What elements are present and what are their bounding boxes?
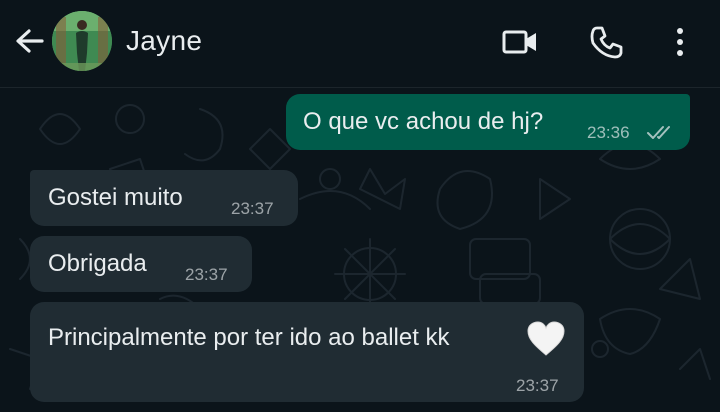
incoming-message[interactable]: Obrigada 23:37	[30, 236, 252, 292]
message-time: 23:37	[231, 199, 274, 218]
back-arrow-icon[interactable]	[12, 26, 48, 56]
double-check-icon	[647, 126, 670, 139]
message-time: 23:37	[516, 376, 559, 395]
incoming-message[interactable]: Principalmente por ter ido ao ballet kk …	[30, 302, 584, 402]
message-time: 23:36	[587, 123, 630, 142]
white-heart-emoji-icon	[527, 321, 565, 356]
more-vertical-icon[interactable]	[658, 22, 702, 62]
message-text: Principalmente por ter ido ao ballet kk	[48, 324, 450, 351]
message-text: O que vc achou de hj?	[303, 108, 544, 135]
incoming-message[interactable]: Gostei muito 23:37	[30, 170, 298, 226]
message-list[interactable]: O que vc achou de hj? 23:36 Gostei muito…	[0, 89, 720, 412]
message-time: 23:37	[185, 265, 228, 284]
message-text: Obrigada	[48, 250, 147, 277]
chat-header: Jayne	[0, 0, 720, 88]
outgoing-message[interactable]: O que vc achou de hj? 23:36	[286, 94, 690, 150]
chat-screen: Jayne O que vc achou de hj? 23:36 Gostei…	[0, 0, 720, 412]
phone-icon[interactable]	[584, 22, 628, 62]
contact-avatar[interactable]	[52, 11, 112, 71]
message-text: Gostei muito	[48, 184, 183, 211]
video-call-icon[interactable]	[498, 22, 542, 62]
contact-name[interactable]: Jayne	[126, 24, 202, 58]
